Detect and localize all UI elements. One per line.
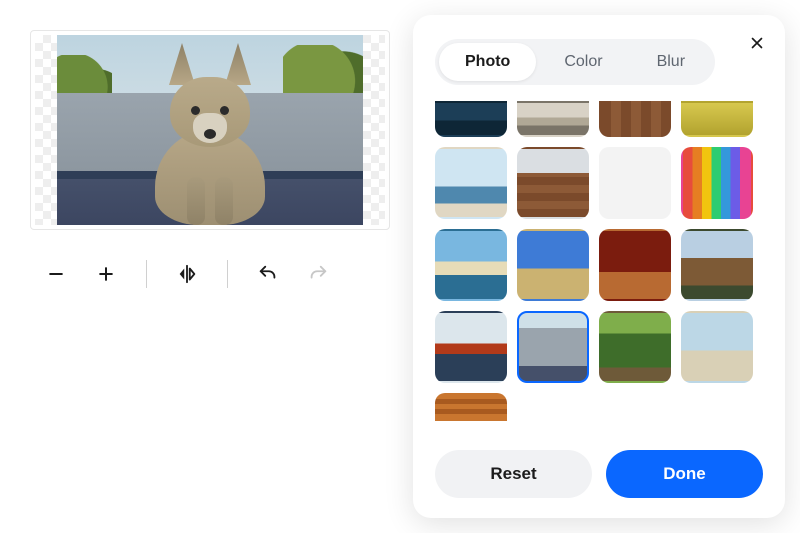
- plus-icon: [96, 264, 116, 284]
- tab-blur[interactable]: Blur: [631, 43, 711, 81]
- minus-icon: [46, 264, 66, 284]
- background-thumb-coast[interactable]: [435, 229, 507, 301]
- tab-photo[interactable]: Photo: [439, 43, 536, 81]
- undo-icon: [257, 263, 279, 285]
- preview-frame: [30, 30, 390, 230]
- background-thumb-wallgrey[interactable]: [517, 311, 589, 383]
- close-icon: [748, 34, 766, 52]
- editor-toolbar: [30, 250, 390, 298]
- background-thumb-floor[interactable]: [517, 147, 589, 219]
- background-thumb-harbor[interactable]: [435, 147, 507, 219]
- preview-image[interactable]: [57, 35, 363, 225]
- background-thumb-autumn[interactable]: [599, 229, 671, 301]
- flip-horizontal-button[interactable]: [167, 254, 207, 294]
- background-thumb-ocean[interactable]: [435, 101, 507, 137]
- tab-color[interactable]: Color: [538, 43, 628, 81]
- background-thumb-gradient[interactable]: [599, 147, 671, 219]
- redo-icon: [307, 263, 329, 285]
- background-thumb-cabin[interactable]: [681, 229, 753, 301]
- background-thumb-plain[interactable]: [517, 229, 589, 301]
- background-grid-viewport[interactable]: [435, 101, 763, 432]
- zoom-out-button[interactable]: [36, 254, 76, 294]
- background-thumb-street[interactable]: [517, 101, 589, 137]
- background-thumb-field[interactable]: [681, 101, 753, 137]
- background-thumb-bridge[interactable]: [435, 311, 507, 383]
- background-thumb-boards[interactable]: [599, 101, 671, 137]
- picker-footer: Reset Done: [435, 432, 763, 498]
- close-button[interactable]: [743, 29, 771, 57]
- toolbar-separator: [227, 260, 228, 288]
- transparency-checker: [35, 35, 385, 225]
- flip-horizontal-icon: [176, 263, 198, 285]
- background-grid: [435, 101, 763, 421]
- preview-panel: [30, 30, 390, 298]
- redo-button: [298, 254, 338, 294]
- background-thumb-jungle[interactable]: [599, 311, 671, 383]
- background-picker-panel: Photo Color Blur Reset Done: [413, 15, 785, 518]
- toolbar-separator: [146, 260, 147, 288]
- undo-button[interactable]: [248, 254, 288, 294]
- subject-coyote: [125, 55, 295, 225]
- zoom-in-button[interactable]: [86, 254, 126, 294]
- done-button[interactable]: Done: [606, 450, 763, 498]
- picker-tabs: Photo Color Blur: [435, 39, 715, 85]
- reset-button[interactable]: Reset: [435, 450, 592, 498]
- background-thumb-stripes[interactable]: [681, 147, 753, 219]
- background-thumb-slats[interactable]: [435, 393, 507, 421]
- background-thumb-palms[interactable]: [681, 311, 753, 383]
